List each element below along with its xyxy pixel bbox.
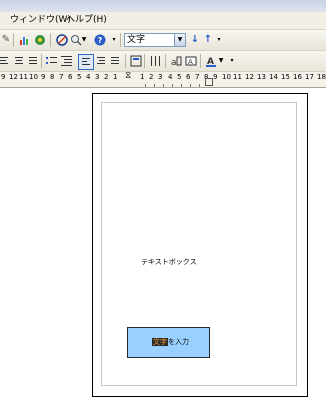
- pencil-icon[interactable]: ✎: [1, 33, 11, 47]
- menu-bar: ウィンドウ(W) ヘルプ(H): [0, 12, 326, 30]
- formatting-toolbar: a A A ▼ ▾: [0, 51, 326, 72]
- ruler-label: 10: [222, 73, 231, 81]
- navigator-icon[interactable]: [33, 33, 47, 47]
- frame-icon[interactable]: [129, 54, 143, 68]
- ruler-label: 11: [233, 73, 242, 81]
- ruler-tick: [145, 84, 146, 87]
- bordered-align-icon[interactable]: [78, 54, 94, 70]
- list-icon[interactable]: [45, 54, 59, 68]
- svg-text:?: ?: [98, 36, 103, 45]
- ruler-tick: [190, 84, 191, 87]
- ruler-label: 15: [281, 73, 290, 81]
- toolbar-overflow-icon[interactable]: ▾: [229, 54, 235, 68]
- page-text[interactable]: テキストボックス: [141, 257, 197, 267]
- ruler-label: 4: [86, 73, 91, 81]
- align-justify-icon[interactable]: [26, 54, 40, 68]
- toolbar-separator: [125, 54, 126, 68]
- ruler-label: 14: [269, 73, 278, 81]
- no-entry-icon[interactable]: [55, 33, 69, 47]
- text-box-content[interactable]: 文字を入力: [128, 338, 189, 346]
- ruler-label: 16: [293, 73, 302, 81]
- ruler-label: 1: [140, 73, 145, 81]
- align-right-icon[interactable]: [94, 54, 108, 68]
- toolbar-overflow-icon[interactable]: ▾: [216, 33, 222, 47]
- toolbar-overflow-icon[interactable]: ▾: [111, 33, 117, 47]
- text-frame-icon[interactable]: a: [169, 54, 183, 68]
- arrow-down-icon[interactable]: ↓: [188, 33, 202, 47]
- ruler-tick: [163, 84, 164, 87]
- ruler-tick: [181, 84, 182, 87]
- ruler-label: 9: [1, 73, 6, 81]
- ruler-label: 12: [9, 73, 18, 81]
- font-name-value: 文字: [127, 35, 146, 45]
- indent-icon[interactable]: [60, 54, 74, 68]
- ruler-label: 11: [19, 73, 28, 81]
- ruler-label: 10: [29, 73, 38, 81]
- ruler-tick: [199, 84, 200, 87]
- distribute-icon[interactable]: [108, 54, 122, 68]
- toolbar-separator: [165, 54, 166, 68]
- ruler-label: 5: [177, 73, 182, 81]
- ruler-label: 9: [41, 73, 46, 81]
- align-left-icon[interactable]: [0, 54, 10, 68]
- ruler-label: 8: [50, 73, 55, 81]
- right-indent-marker-icon[interactable]: [205, 78, 213, 86]
- ruler-tick: [172, 84, 173, 87]
- align-center-icon[interactable]: [12, 54, 26, 68]
- ruler-label: 2: [104, 73, 109, 81]
- toolbar-separator: [13, 33, 14, 47]
- document-canvas[interactable]: テキストボックス 文字を入力: [0, 88, 326, 400]
- ruler-label: 5: [77, 73, 82, 81]
- ruler-label: 3: [158, 73, 163, 81]
- font-color-icon[interactable]: A: [204, 54, 218, 68]
- toolbar-separator: [120, 33, 121, 47]
- text-box-rest: を入力: [168, 338, 189, 346]
- menu-help[interactable]: ヘルプ(H): [64, 12, 109, 29]
- toolbar-separator: [200, 54, 201, 68]
- toolbar-separator: [41, 54, 42, 68]
- ruler-label: 18: [317, 73, 326, 81]
- ruler-label: 2: [149, 73, 154, 81]
- arrow-up-icon[interactable]: ↑: [201, 33, 215, 47]
- ruler-label: 6: [186, 73, 191, 81]
- chart-icon[interactable]: [18, 33, 32, 47]
- font-color-dropdown-icon[interactable]: ▼: [218, 54, 224, 68]
- chevron-down-icon[interactable]: ▼: [174, 34, 185, 46]
- ruler-label: 7: [59, 73, 64, 81]
- ruler-label: 6: [68, 73, 73, 81]
- ruler-label: 7: [195, 73, 200, 81]
- text-box-icon[interactable]: A: [184, 54, 198, 68]
- text-selection[interactable]: 文字: [152, 338, 168, 346]
- ruler-label: 3: [95, 73, 100, 81]
- columns-icon[interactable]: [149, 54, 163, 68]
- font-name-combo[interactable]: 文字 ▼: [124, 33, 186, 47]
- toolbar-separator: [144, 54, 145, 68]
- ruler-label: 4: [168, 73, 173, 81]
- svg-text:a: a: [171, 58, 177, 67]
- document-page[interactable]: テキストボックス 文字を入力: [92, 93, 308, 397]
- toolbar-separator: [50, 33, 51, 47]
- help-icon[interactable]: ?: [93, 33, 107, 47]
- ruler-label: 12: [245, 73, 254, 81]
- ruler-tick: [154, 84, 155, 87]
- text-box[interactable]: 文字を入力: [127, 327, 210, 358]
- standard-toolbar: ✎ ▼ ? ▾ 文字 ▼ ↓ ↑ ▾: [0, 30, 326, 51]
- ruler-label: 9: [213, 73, 218, 81]
- ruler-label: 17: [305, 73, 314, 81]
- left-indent-marker-icon[interactable]: ⧖: [125, 72, 131, 81]
- horizontal-ruler[interactable]: 9 12 11 10 9 8 7 6 5 4 3 2 1 ⧖ 1 2 3 4 5…: [0, 72, 326, 88]
- ruler-label: 13: [257, 73, 266, 81]
- ruler-label: 1: [113, 73, 118, 81]
- zoom-dropdown-icon[interactable]: ▼: [81, 33, 87, 47]
- svg-text:A: A: [188, 58, 193, 66]
